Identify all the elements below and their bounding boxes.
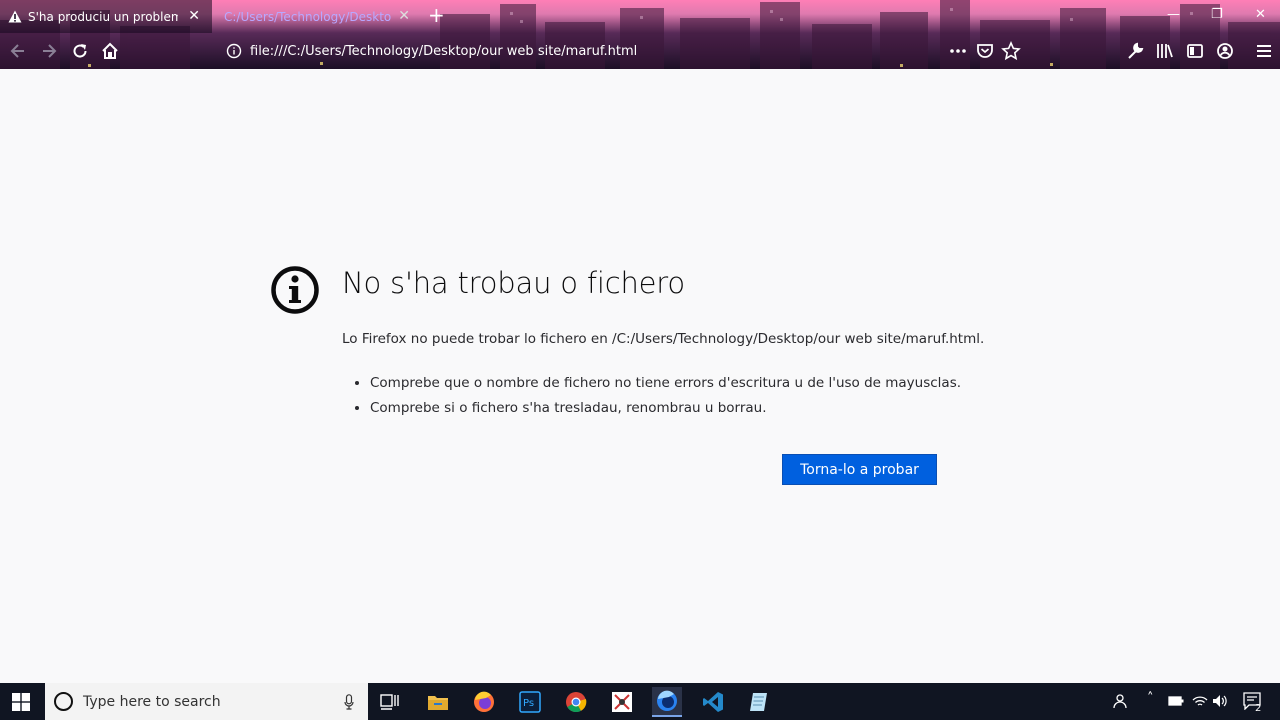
close-icon[interactable]: ✕ xyxy=(398,8,410,24)
taskbar-search[interactable]: Type here to search xyxy=(45,683,368,720)
people-icon[interactable] xyxy=(1112,693,1128,709)
chevron-up-icon[interactable]: ˄ xyxy=(1147,691,1154,706)
tab-file[interactable]: C:/Users/Technology/Desktop/ou ✕ xyxy=(214,0,422,33)
notification-count-badge: 2 xyxy=(1255,703,1262,714)
warning-icon xyxy=(8,10,22,23)
close-icon[interactable]: ✕ xyxy=(188,8,200,24)
browser-chrome: S'ha produciu un problema en ✕ C:/Users/… xyxy=(0,0,1280,69)
wrench-icon[interactable] xyxy=(1125,41,1145,61)
tab-strip: S'ha produciu un problema en ✕ C:/Users/… xyxy=(0,0,1280,33)
battery-icon[interactable] xyxy=(1168,695,1184,707)
search-input[interactable]: Type here to search xyxy=(83,694,344,710)
error-description: Lo Firefox no puede trobar lo fichero en… xyxy=(342,331,985,347)
error-page: No s'ha trobau o fichero Lo Firefox no p… xyxy=(0,69,1280,683)
url-text[interactable]: file:///C:/Users/Technology/Desktop/our … xyxy=(250,44,637,59)
volume-icon[interactable] xyxy=(1212,694,1230,708)
microphone-icon[interactable] xyxy=(344,693,354,710)
windows-start-icon[interactable] xyxy=(12,693,30,711)
cortana-icon xyxy=(54,692,73,711)
minimize-icon[interactable]: — xyxy=(1167,7,1180,22)
tab-title: C:/Users/Technology/Desktop/ou xyxy=(224,9,392,24)
firefox-developer-icon[interactable] xyxy=(652,687,682,717)
back-arrow-icon[interactable] xyxy=(8,41,28,61)
svg-text:Ps: Ps xyxy=(523,698,534,709)
forward-arrow-icon[interactable] xyxy=(39,41,59,61)
plus-icon[interactable]: + xyxy=(428,4,445,26)
home-icon[interactable] xyxy=(100,41,120,61)
windows-taskbar: Type here to search Ps ˄ 2 xyxy=(0,683,1280,720)
sidebar-icon[interactable] xyxy=(1185,41,1205,61)
file-explorer-icon[interactable] xyxy=(423,687,453,717)
reload-icon[interactable] xyxy=(70,41,90,61)
firefox-icon[interactable] xyxy=(469,687,499,717)
hamburger-menu-icon[interactable] xyxy=(1254,41,1274,61)
error-title: No s'ha trobau o fichero xyxy=(342,266,685,300)
chrome-icon[interactable] xyxy=(561,687,591,717)
error-suggestions: Comprebe que o nombre de fichero no tien… xyxy=(342,375,961,425)
close-window-icon[interactable]: ✕ xyxy=(1255,7,1266,22)
vscode-icon[interactable] xyxy=(698,687,728,717)
tab-error[interactable]: S'ha produciu un problema en ✕ xyxy=(0,0,212,33)
notepad-icon[interactable] xyxy=(744,687,774,717)
snipping-tool-icon[interactable] xyxy=(607,687,637,717)
wifi-icon[interactable] xyxy=(1192,694,1208,708)
library-icon[interactable] xyxy=(1155,41,1175,61)
tab-title: S'ha produciu un problema en xyxy=(28,9,178,24)
info-icon xyxy=(271,266,319,314)
list-item: Comprebe que o nombre de fichero no tien… xyxy=(370,375,961,391)
account-icon[interactable] xyxy=(1215,41,1235,61)
restore-icon[interactable]: ❐ xyxy=(1211,7,1223,22)
task-view-icon[interactable] xyxy=(375,687,405,717)
address-bar[interactable]: file:///C:/Users/Technology/Desktop/our … xyxy=(220,37,1030,65)
info-icon[interactable] xyxy=(226,43,242,59)
retry-button[interactable]: Torna-lo a probar xyxy=(782,454,937,485)
list-item: Comprebe si o fichero s'ha tresladau, re… xyxy=(370,400,961,416)
photoshop-icon[interactable]: Ps xyxy=(515,687,545,717)
